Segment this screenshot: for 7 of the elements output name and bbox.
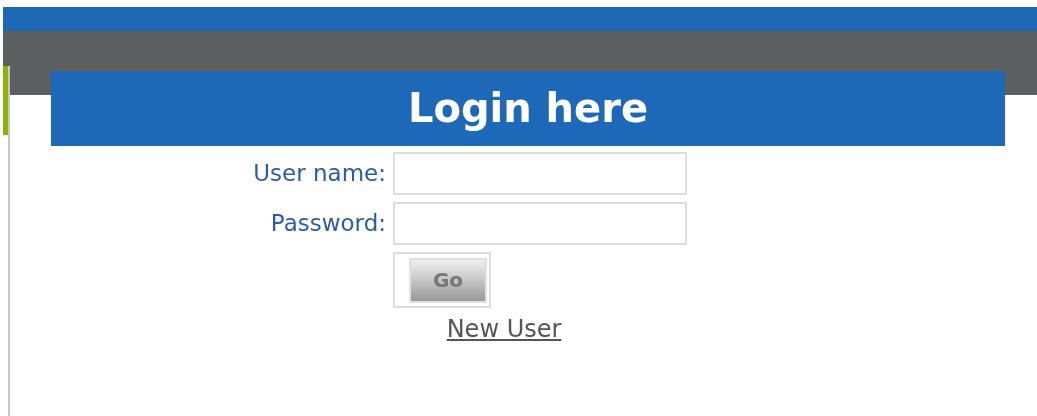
field-label: User name: xyxy=(252,159,386,188)
login-header: Login here xyxy=(51,71,1005,146)
field-label: Password: xyxy=(269,209,386,238)
input-field[interactable] xyxy=(393,202,687,245)
accent-strip xyxy=(3,66,8,135)
new-user-link[interactable]: New User xyxy=(446,315,562,343)
input-field[interactable] xyxy=(393,152,687,195)
